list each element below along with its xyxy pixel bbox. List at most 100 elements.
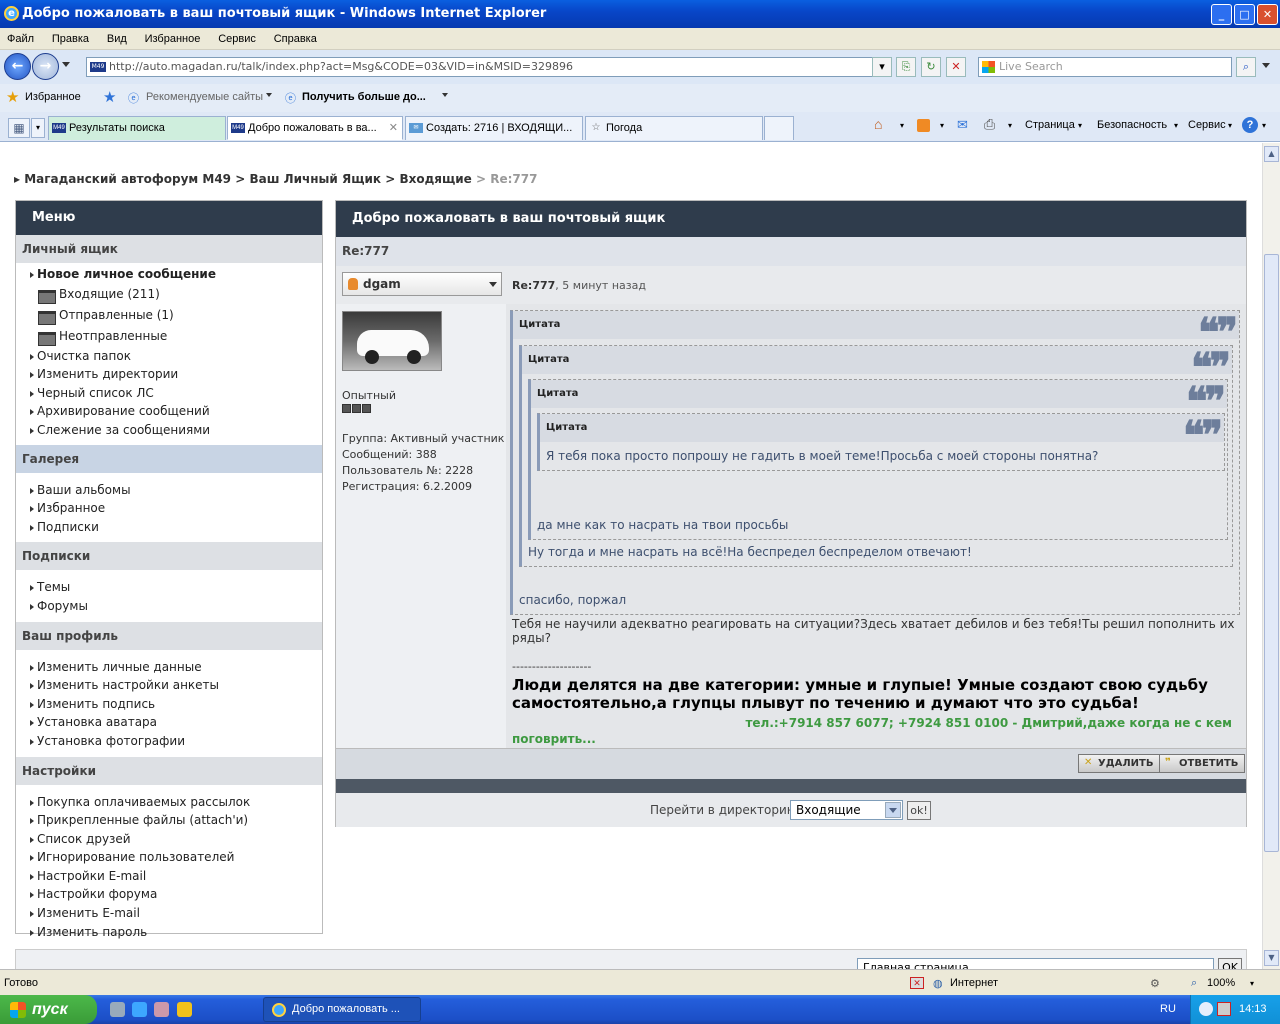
close-button[interactable]: ✕ [1257, 4, 1278, 25]
history-dropdown-icon[interactable] [62, 62, 70, 67]
sidebar-item-signature[interactable]: Изменить подпись [16, 695, 322, 714]
menu-view[interactable]: Вид [100, 28, 134, 50]
back-button[interactable]: ← [4, 53, 31, 80]
folder-jump-select[interactable]: Входящие [790, 800, 903, 820]
tab-weather[interactable]: ☆ Погода [585, 116, 763, 140]
show-desktop-icon[interactable] [110, 1002, 125, 1017]
sidebar-item-favorites[interactable]: Избранное [16, 499, 322, 518]
tab-close-icon[interactable]: ✕ [389, 117, 398, 139]
menu-favorites[interactable]: Избранное [138, 28, 208, 50]
sidebar-item-albums[interactable]: Ваши альбомы [16, 481, 322, 500]
home-icon[interactable]: ⌂ [874, 116, 882, 132]
address-input[interactable]: M49 http://auto.magadan.ru/talk/index.ph… [86, 57, 888, 77]
menu-file[interactable]: Файл [0, 28, 41, 50]
sidebar-item-unsent[interactable]: Неотправленные [16, 326, 322, 347]
start-button[interactable]: пуск [0, 995, 97, 1024]
sidebar-item-clean-folders[interactable]: Очистка папок [16, 347, 322, 366]
menu-tools[interactable]: Сервис [211, 28, 263, 50]
forum-jump-ok-button[interactable]: OK [1218, 958, 1242, 969]
zoom-icon[interactable]: ⌕ [1191, 977, 1197, 990]
suggested-dropdown-icon[interactable] [266, 93, 272, 97]
breadcrumb-box-link[interactable]: Ваш Личный Ящик [249, 172, 381, 186]
tab-search-results[interactable]: M49 Результаты поиска [48, 116, 226, 140]
zoom-dropdown-icon[interactable]: ▾ [1250, 979, 1254, 988]
read-mail-icon[interactable]: ✉ [957, 117, 968, 133]
folder-jump-ok-button[interactable]: ok! [907, 801, 931, 820]
refresh-icon[interactable]: ↻ [921, 57, 941, 77]
print-icon[interactable]: ⎙ [984, 116, 995, 133]
new-tab-button[interactable] [764, 116, 794, 140]
quick-tabs-icon[interactable]: ▦ [8, 118, 30, 138]
app-quicklaunch-icon[interactable] [154, 1002, 169, 1017]
forward-button[interactable]: → [32, 53, 59, 80]
delete-button[interactable]: ✕ УДАЛИТЬ [1078, 754, 1161, 773]
home-dropdown-icon[interactable]: ▾ [900, 121, 904, 130]
forum-jump-select[interactable]: Главная страница [857, 958, 1214, 969]
sidebar-item-paid-subs[interactable]: Покупка оплачиваемых рассылок [16, 793, 322, 812]
page-menu[interactable]: Страница [1025, 119, 1075, 131]
feeds-dropdown-icon[interactable]: ▾ [940, 121, 944, 130]
sidebar-item-archive[interactable]: Архивирование сообщений [16, 402, 322, 421]
safety-dropdown-icon[interactable]: ▾ [1174, 121, 1178, 130]
breadcrumb-forum-link[interactable]: Магаданский автофорум M49 [24, 172, 231, 186]
network-icon[interactable] [1217, 1002, 1231, 1016]
sidebar-item-friends[interactable]: Список друзей [16, 830, 322, 849]
sidebar-item-tracking[interactable]: Слежение за сообщениями [16, 421, 322, 440]
sidebar-item-sent[interactable]: Отправленные (1) [16, 305, 322, 326]
breadcrumb-inbox-link[interactable]: Входящие [399, 172, 471, 186]
sidebar-item-new-message[interactable]: Новое личное сообщение [16, 265, 322, 284]
search-input[interactable]: Live Search [978, 57, 1232, 77]
menu-help[interactable]: Справка [267, 28, 324, 50]
vertical-scrollbar[interactable]: ▲ ▼ [1262, 143, 1280, 969]
stop-icon[interactable]: ✕ [946, 57, 966, 77]
compat-view-icon[interactable]: ⎘ [896, 57, 916, 77]
ie-quicklaunch-icon[interactable] [132, 1002, 147, 1017]
sidebar-item-avatar[interactable]: Установка аватара [16, 713, 322, 732]
sidebar-item-topics[interactable]: Темы [16, 578, 322, 597]
search-options-icon[interactable] [1262, 63, 1270, 68]
scroll-thumb[interactable] [1264, 254, 1279, 852]
warning-quicklaunch-icon[interactable] [177, 1002, 192, 1017]
sidebar-item-change-email[interactable]: Изменить E-mail [16, 904, 322, 923]
reply-button[interactable]: ❞ ОТВЕТИТЬ [1159, 754, 1246, 773]
sidebar-item-attachments[interactable]: Прикрепленные файлы (attach'и) [16, 811, 322, 830]
popup-blocker-icon[interactable]: ⚙ [1150, 977, 1160, 990]
sidebar-item-personal-data[interactable]: Изменить личные данные [16, 658, 322, 677]
sidebar-item-ignore[interactable]: Игнорирование пользователей [16, 848, 322, 867]
sidebar-item-email-settings[interactable]: Настройки E-mail [16, 867, 322, 886]
add-favorite-icon[interactable]: ★ [103, 88, 116, 106]
print-dropdown-icon[interactable]: ▾ [1008, 121, 1012, 130]
zoom-level[interactable]: 100% [1207, 977, 1235, 989]
sidebar-item-edit-folders[interactable]: Изменить директории [16, 365, 322, 384]
tools-menu[interactable]: Сервис [1188, 119, 1226, 131]
suggested-sites-link[interactable]: Рекомендуемые сайты [146, 91, 263, 103]
tray-icon[interactable] [1199, 1002, 1213, 1016]
maximize-button[interactable]: □ [1234, 4, 1255, 25]
minimize-button[interactable]: _ [1211, 4, 1232, 25]
taskbar-item-ie[interactable]: Добро пожаловать ... [263, 997, 421, 1022]
get-more-dropdown-icon[interactable] [442, 93, 448, 97]
sidebar-item-inbox[interactable]: Входящие (211) [16, 284, 322, 305]
help-icon[interactable]: ? [1242, 117, 1258, 133]
scroll-down-icon[interactable]: ▼ [1264, 950, 1279, 966]
language-indicator[interactable]: RU [1160, 995, 1176, 1024]
sidebar-item-gallery-subs[interactable]: Подписки [16, 518, 322, 537]
sidebar-item-forum-settings[interactable]: Настройки форума [16, 885, 322, 904]
tab-welcome-mailbox[interactable]: M49 Добро пожаловать в ва... ✕ [227, 116, 403, 140]
safety-menu[interactable]: Безопасность [1097, 119, 1167, 131]
get-more-addons-link[interactable]: Получить больше до... [302, 91, 426, 103]
feeds-icon[interactable] [917, 119, 930, 132]
sidebar-item-forums[interactable]: Форумы [16, 597, 322, 616]
sidebar-item-profile-settings[interactable]: Изменить настройки анкеты [16, 676, 322, 695]
help-dropdown-icon[interactable]: ▾ [1262, 121, 1266, 130]
address-dropdown-button[interactable]: ▾ [872, 57, 892, 77]
menu-edit[interactable]: Правка [45, 28, 96, 50]
tab-list-dropdown-icon[interactable]: ▾ [31, 118, 45, 138]
tools-dropdown-icon[interactable]: ▾ [1228, 121, 1232, 130]
favorites-button[interactable]: Избранное [25, 91, 81, 103]
search-go-icon[interactable]: ⌕ [1236, 57, 1256, 77]
scroll-up-icon[interactable]: ▲ [1264, 146, 1279, 162]
author-menu-button[interactable]: dgam [342, 272, 502, 296]
sidebar-item-blacklist[interactable]: Черный список ЛС [16, 384, 322, 403]
sidebar-item-photo[interactable]: Установка фотографии [16, 732, 322, 751]
